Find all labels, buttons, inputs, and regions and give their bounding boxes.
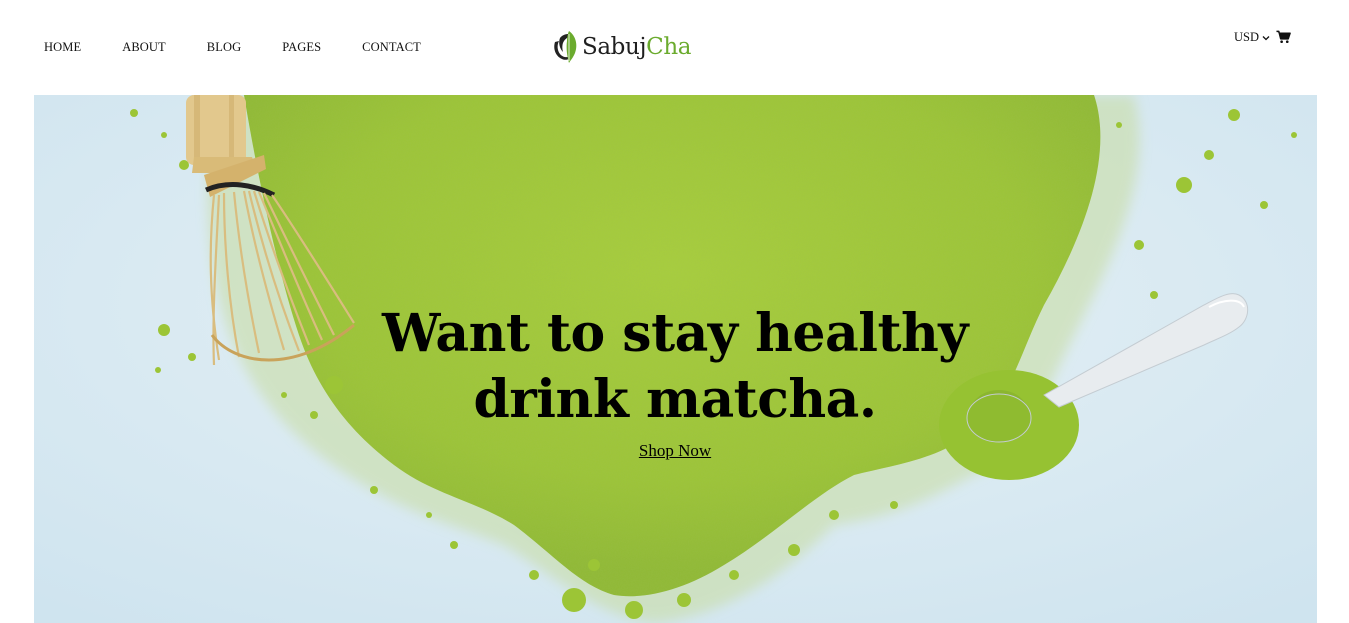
hero-title: Want to stay healthy drink matcha.	[325, 301, 1025, 433]
logo-wordmark: SabujCha	[582, 34, 691, 60]
nav-pages-link[interactable]: PAGES	[282, 40, 321, 55]
site-header: HOME ABOUT BLOG PAGES CONTACT SabujCha U…	[0, 0, 1349, 95]
currency-selector[interactable]: USD	[1234, 30, 1270, 45]
chevron-down-icon	[1262, 36, 1270, 41]
site-logo[interactable]: SabujCha	[551, 28, 691, 64]
hero-title-line-2: drink matcha.	[473, 369, 877, 430]
logo-text-primary: Sabuj	[582, 34, 647, 60]
header-actions: USD	[1234, 30, 1291, 45]
shopping-cart-icon[interactable]	[1276, 30, 1291, 44]
tea-leaf-logo-icon	[554, 31, 577, 63]
logo-text-accent: Cha	[646, 34, 692, 60]
hero-content: Want to stay healthy drink matcha. Shop …	[34, 95, 1317, 623]
hero-title-line-1: Want to stay healthy	[382, 303, 969, 364]
main-nav: HOME ABOUT BLOG PAGES CONTACT	[44, 40, 462, 55]
nav-blog-link[interactable]: BLOG	[207, 40, 241, 55]
currency-label: USD	[1234, 30, 1260, 44]
shop-now-link[interactable]: Shop Now	[575, 441, 775, 461]
hero-banner: Want to stay healthy drink matcha. Shop …	[34, 95, 1317, 623]
nav-about-link[interactable]: ABOUT	[122, 40, 166, 55]
nav-contact-link[interactable]: CONTACT	[362, 40, 421, 55]
nav-home-link[interactable]: HOME	[44, 40, 81, 55]
